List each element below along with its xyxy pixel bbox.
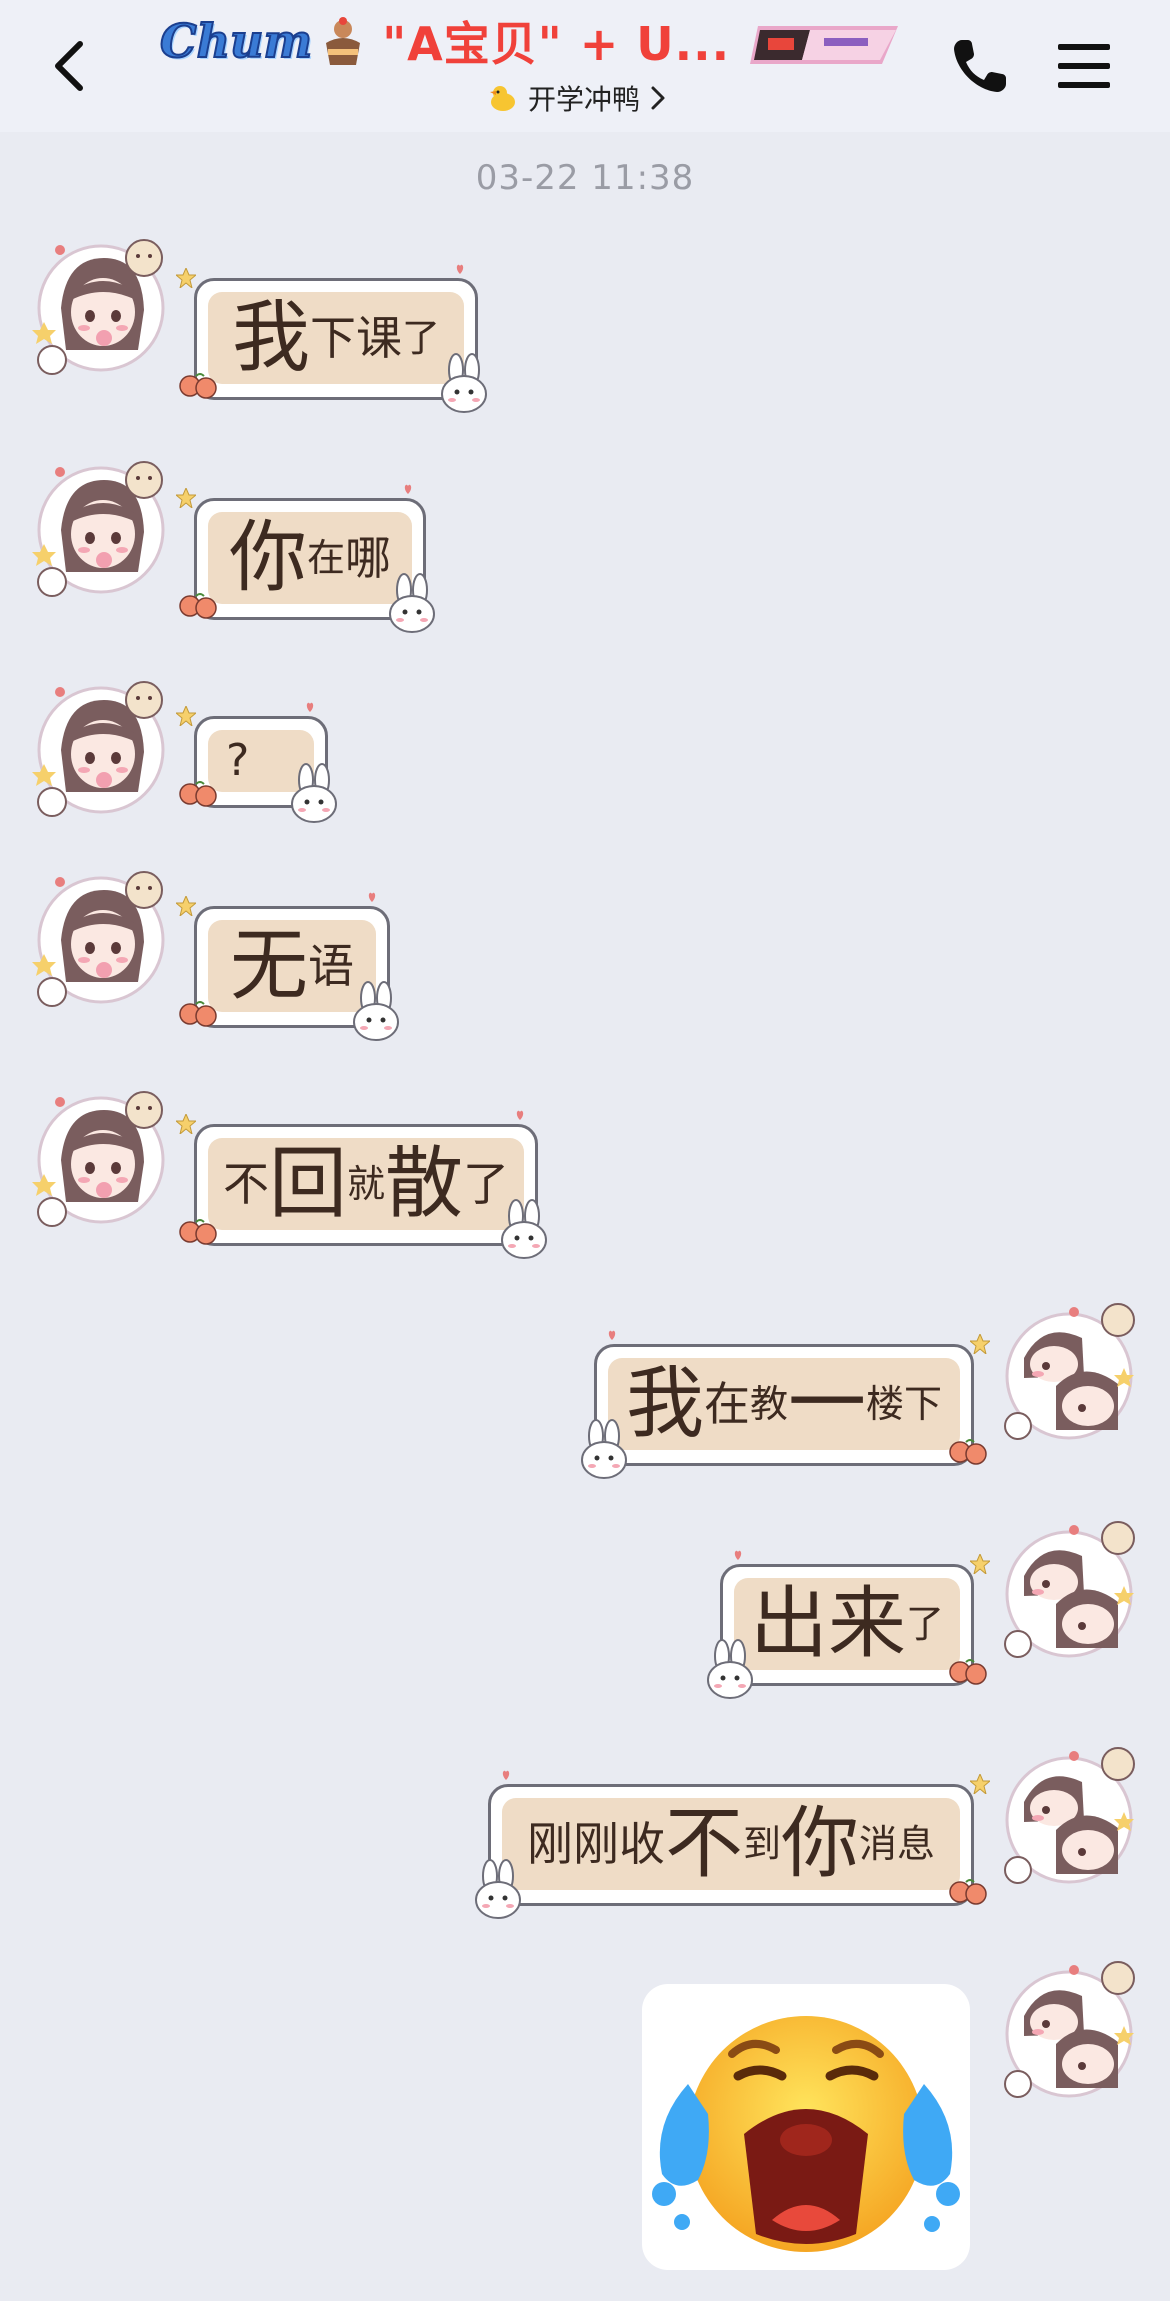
back-button[interactable] xyxy=(40,34,100,98)
heart-icon xyxy=(306,702,314,712)
chat-title: "A宝贝" + U... xyxy=(382,17,731,71)
message-text-segment: 无 xyxy=(229,921,308,1011)
heart-icon xyxy=(368,892,376,902)
peach-icon xyxy=(949,1879,987,1905)
message-text-segment: 楼下 xyxy=(866,1382,943,1426)
chevron-right-icon xyxy=(651,86,665,110)
message-text-segment: 散 xyxy=(385,1139,464,1229)
peach-icon xyxy=(179,1001,217,1027)
call-button[interactable] xyxy=(948,34,1012,98)
bunny-icon xyxy=(389,573,435,633)
message-bubble[interactable]: 无 语 xyxy=(176,892,399,1041)
peach-icon xyxy=(179,1219,217,1245)
contact-avatar[interactable] xyxy=(26,452,176,602)
chat-screen: Chum "A宝贝" + U... 开学冲鸭 03-22 11:38 我 下 课… xyxy=(0,0,1170,2301)
my-avatar[interactable] xyxy=(994,1956,1144,2106)
message-bubble[interactable]: 我 在 教 一 楼下 xyxy=(581,1330,990,1479)
my-avatar[interactable] xyxy=(994,1298,1144,1448)
message-text-segment: 到 xyxy=(742,1822,781,1866)
chat-header: Chum "A宝贝" + U... 开学冲鸭 xyxy=(0,0,1170,132)
heart-icon xyxy=(456,264,464,274)
star-icon xyxy=(176,706,196,726)
message-text-segment: 刚刚 xyxy=(526,1817,619,1871)
bunny-icon xyxy=(501,1199,547,1259)
bunny-icon xyxy=(353,981,399,1041)
bunny-icon xyxy=(707,1639,753,1699)
my-avatar[interactable] xyxy=(994,1742,1144,1892)
crying-face-sticker[interactable] xyxy=(642,1984,970,2270)
heart-icon xyxy=(516,1110,524,1120)
message-text-segment: 我 xyxy=(625,1359,704,1449)
star-icon xyxy=(970,1334,990,1354)
heart-icon xyxy=(608,1330,616,1340)
chum-badge: Chum xyxy=(159,13,313,69)
message-text-segment: 消息 xyxy=(859,1822,936,1866)
bubble-text: 出 来 了 xyxy=(734,1578,960,1670)
contact-avatar[interactable] xyxy=(26,230,176,380)
contact-avatar[interactable] xyxy=(26,672,176,822)
message-bubble[interactable]: 刚刚 收 不 到 你 消息 xyxy=(475,1770,990,1919)
menu-button[interactable] xyxy=(1052,36,1116,96)
bubble-text: 我 下 课 了 xyxy=(208,292,464,384)
message-text-segment: 了 xyxy=(906,1602,945,1646)
peach-icon xyxy=(949,1659,987,1685)
message-text-segment: 教 xyxy=(749,1382,788,1426)
bunny-icon xyxy=(581,1419,627,1479)
heart-icon xyxy=(502,1770,510,1780)
subtitle-text: 开学冲鸭 xyxy=(528,83,641,116)
crying-face-emoji-icon xyxy=(652,2016,960,2252)
message-text-segment: 不 xyxy=(664,1799,743,1889)
cake-badge-icon xyxy=(320,13,366,69)
bubble-text: 刚刚 收 不 到 你 消息 xyxy=(502,1798,960,1890)
star-icon xyxy=(970,1774,990,1794)
peach-icon xyxy=(179,781,217,807)
message-bubble[interactable]: 我 下 课 了 xyxy=(176,264,487,413)
my-avatar[interactable] xyxy=(994,1516,1144,1666)
peach-icon xyxy=(949,1439,987,1465)
bubble-text: 我 在 教 一 楼下 xyxy=(608,1358,960,1450)
message-text-segment: ? xyxy=(226,735,250,786)
message-text-segment: 下 xyxy=(310,311,356,365)
message-text-segment: 你 xyxy=(228,513,307,603)
chat-subtitle[interactable]: 开学冲鸭 xyxy=(488,76,666,120)
bunny-icon xyxy=(475,1859,521,1919)
contact-avatar[interactable] xyxy=(26,1082,176,1232)
message-text-segment: 我 xyxy=(231,293,310,383)
message-text-segment: 一 xyxy=(788,1359,867,1449)
message-bubble[interactable]: 你 在 哪 xyxy=(176,484,435,633)
peach-icon xyxy=(179,593,217,619)
duck-emoji-icon xyxy=(490,86,515,111)
bunny-icon xyxy=(441,353,487,413)
message-text-segment: 在 xyxy=(703,1377,750,1431)
message-text-segment: 就 xyxy=(346,1162,385,1206)
message-text-segment: 你 xyxy=(781,1799,860,1889)
message-text-segment: 课 xyxy=(356,311,402,365)
message-text-segment: 来 xyxy=(827,1579,906,1669)
phone-icon xyxy=(954,40,1006,92)
star-icon xyxy=(176,268,196,288)
message-bubble[interactable]: 出 来 了 xyxy=(707,1550,990,1699)
star-icon xyxy=(176,896,196,916)
heart-icon xyxy=(734,1550,742,1560)
bubble-text: 不 回 就 散 了 xyxy=(208,1138,524,1230)
contact-avatar[interactable] xyxy=(26,862,176,1012)
message-text-segment: 不 xyxy=(222,1157,269,1211)
star-icon xyxy=(176,1114,196,1134)
bunny-icon xyxy=(291,763,337,823)
message-text-segment: 在 xyxy=(307,536,346,580)
message-text-segment: 收 xyxy=(618,1817,665,1871)
decor-badge-icon xyxy=(750,22,898,68)
message-bubble[interactable]: 不 回 就 散 了 xyxy=(176,1110,547,1259)
heart-icon xyxy=(404,484,412,494)
hamburger-menu-icon xyxy=(1058,44,1110,88)
star-icon xyxy=(970,1554,990,1574)
star-icon xyxy=(176,488,196,508)
chat-timestamp: 03-22 11:38 xyxy=(475,158,695,198)
message-bubble[interactable]: ? xyxy=(176,702,337,823)
peach-icon xyxy=(179,373,217,399)
message-text-segment: 回 xyxy=(268,1139,347,1229)
chevron-left-icon xyxy=(55,41,83,91)
